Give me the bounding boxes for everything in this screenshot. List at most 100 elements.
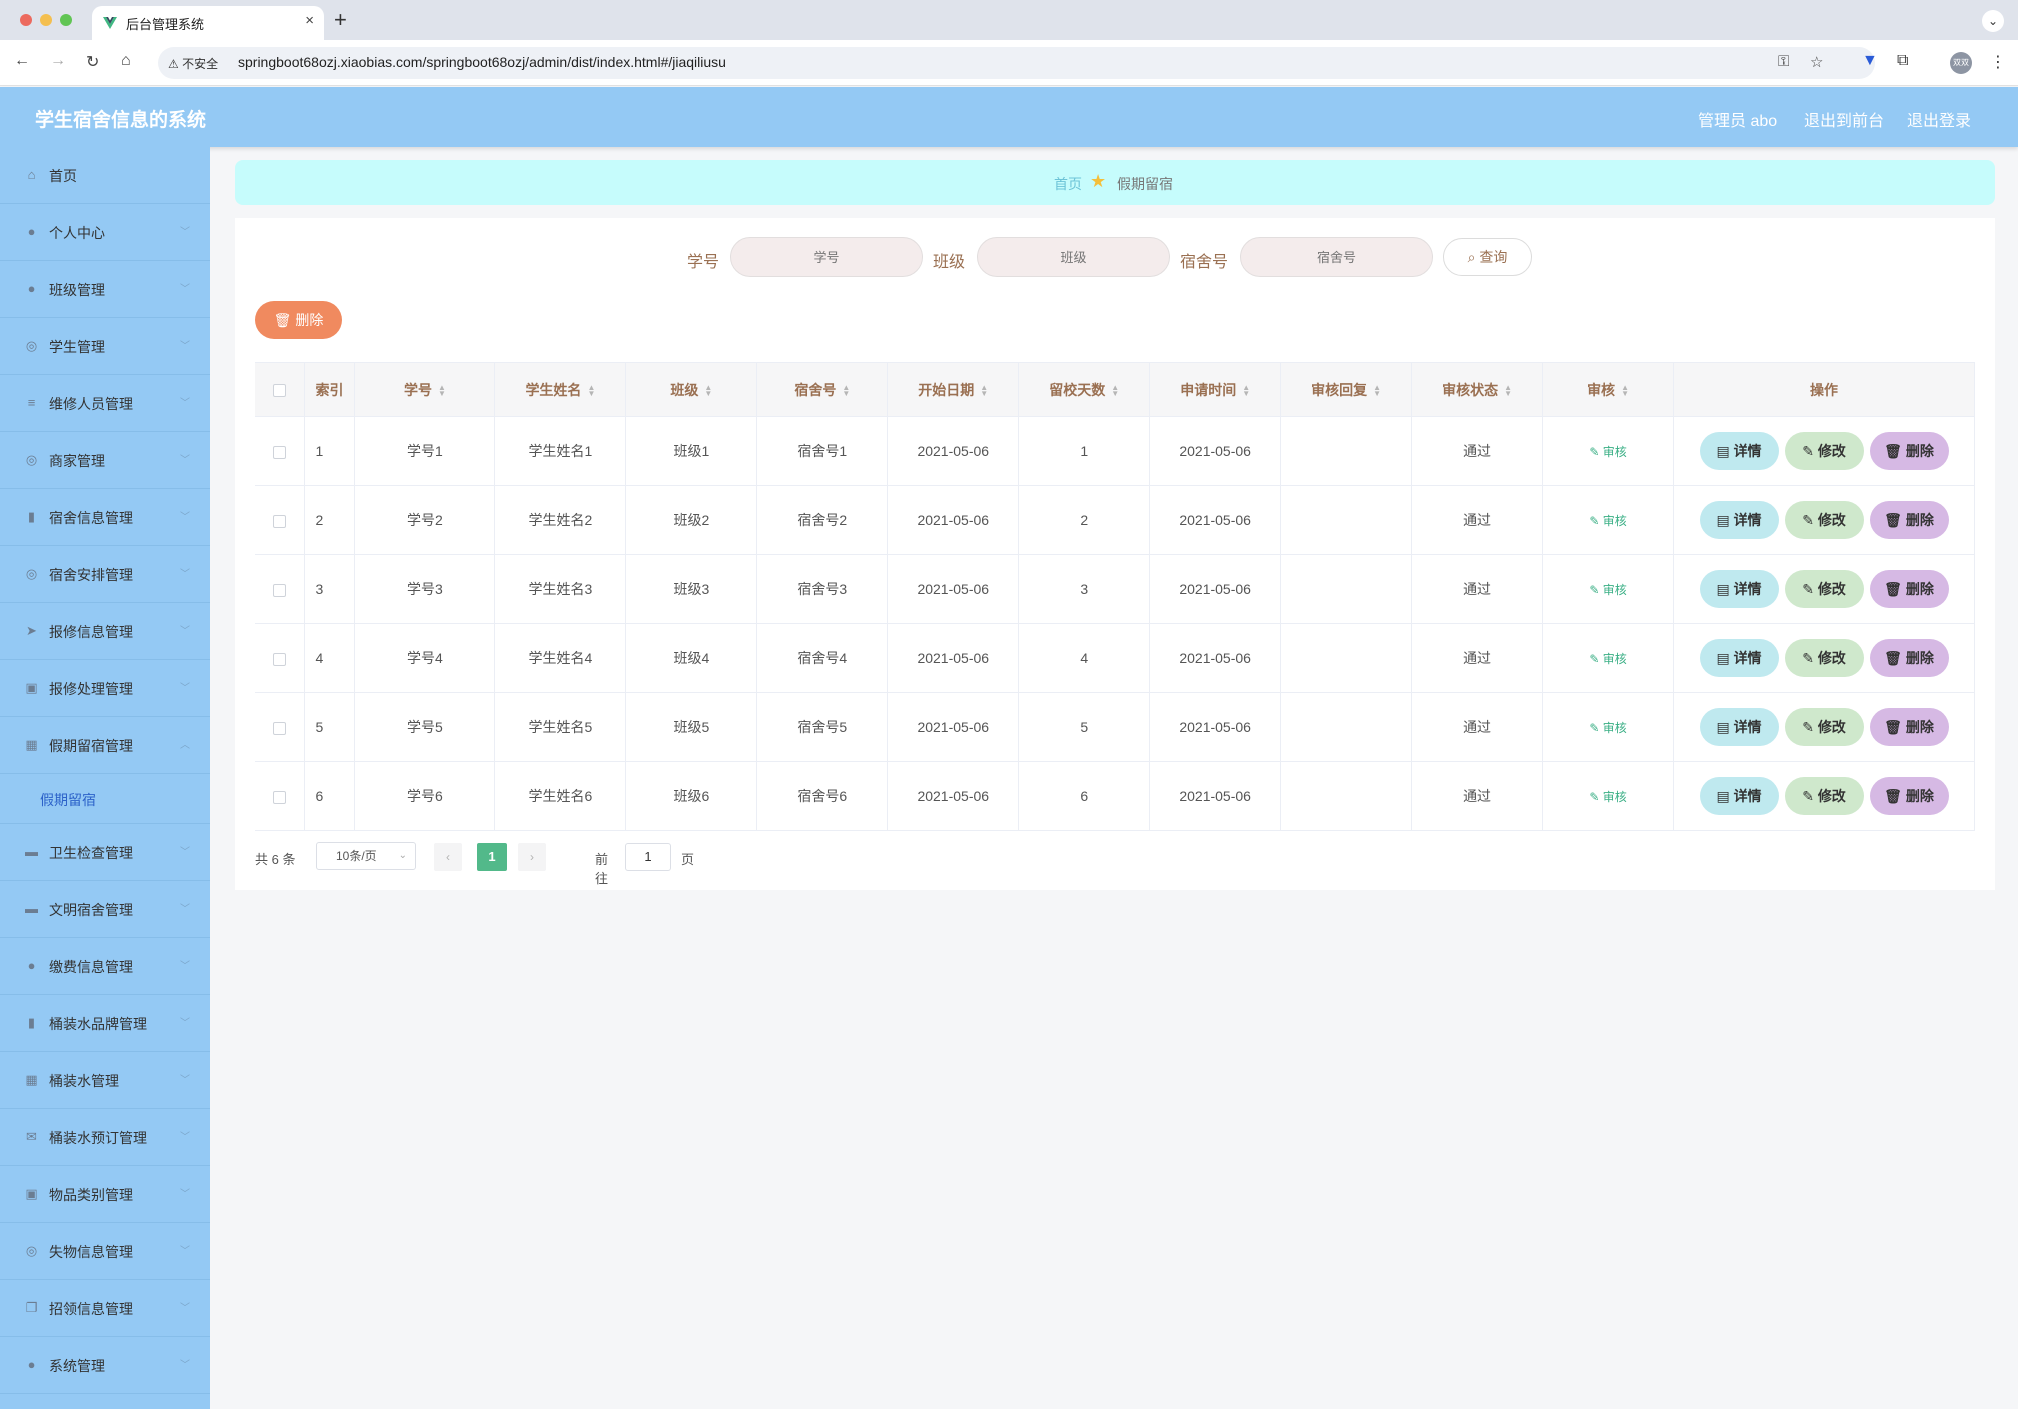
row-checkbox[interactable]	[273, 514, 287, 528]
search-button[interactable]: ⌕ 查询	[1443, 238, 1532, 276]
col-start-date[interactable]: 开始日期 ▲ ▼	[887, 362, 1020, 417]
detail-button[interactable]: ▤ 详情	[1699, 777, 1779, 815]
row-checkbox-cell[interactable]	[255, 485, 306, 555]
search-student-id-input[interactable]	[730, 237, 923, 277]
tab-close-icon[interactable]: ×	[305, 12, 314, 29]
sidebar-item[interactable]: ● 系统管理 ﹀	[0, 1337, 210, 1394]
logout-link[interactable]: 退出登录	[1907, 107, 1971, 131]
window-zoom-dot[interactable]	[60, 14, 72, 26]
new-tab-icon[interactable]: +	[334, 7, 347, 33]
page-number-1[interactable]: 1	[477, 843, 507, 871]
row-checkbox[interactable]	[273, 790, 287, 804]
detail-button[interactable]: ▤ 详情	[1699, 501, 1779, 539]
detail-button[interactable]: ▤ 详情	[1699, 432, 1779, 470]
row-checkbox[interactable]	[273, 721, 287, 735]
col-status[interactable]: 审核状态 ▲ ▼	[1411, 362, 1544, 417]
row-checkbox-cell[interactable]	[255, 692, 306, 762]
col-reply[interactable]: 审核回复 ▲ ▼	[1280, 362, 1413, 417]
home-icon[interactable]: ⌂	[121, 52, 131, 70]
row-checkbox-cell[interactable]	[255, 623, 306, 693]
col-days[interactable]: 留校天数 ▲ ▼	[1018, 362, 1151, 417]
forward-arrow-icon[interactable]: →	[50, 52, 66, 70]
sidebar-item[interactable]: ◎ 商家管理 ﹀	[0, 432, 210, 489]
batch-delete-button[interactable]: 🗑 删除	[255, 301, 342, 339]
sidebar-item[interactable]: ◎ 宿舍安排管理 ﹀	[0, 546, 210, 603]
sort-icon[interactable]: ▲ ▼	[1504, 383, 1512, 397]
sidebar-item[interactable]: ▬ 卫生检查管理 ﹀	[0, 824, 210, 881]
delete-button[interactable]: 🗑 删除	[1869, 501, 1949, 539]
audit-link[interactable]: ✎ 审核	[1589, 721, 1626, 735]
audit-link[interactable]: ✎ 审核	[1589, 652, 1626, 666]
sort-icon[interactable]: ▲ ▼	[1111, 383, 1119, 397]
extension-v-icon[interactable]: ▼	[1862, 52, 1878, 70]
sort-icon[interactable]: ▲ ▼	[1621, 383, 1629, 397]
sort-icon[interactable]: ▲ ▼	[438, 383, 446, 397]
window-minimize-dot[interactable]	[40, 14, 52, 26]
sidebar-item[interactable]: ▦ 假期留宿管理 ︿	[0, 717, 210, 774]
edit-button[interactable]: ✎ 修改	[1784, 639, 1864, 677]
audit-link[interactable]: ✎ 审核	[1589, 445, 1626, 459]
goto-page-input[interactable]: 1	[625, 843, 671, 871]
browser-tab[interactable]: 后台管理系统 ×	[92, 6, 324, 40]
reload-icon[interactable]: ↻	[86, 52, 99, 72]
sidebar-item[interactable]: ◎ 学生管理 ﹀	[0, 318, 210, 375]
row-checkbox-cell[interactable]	[255, 554, 306, 624]
search-room-input[interactable]	[1240, 237, 1433, 277]
delete-button[interactable]: 🗑 删除	[1869, 639, 1949, 677]
row-checkbox-cell[interactable]	[255, 761, 306, 831]
sort-icon[interactable]: ▲ ▼	[1373, 383, 1381, 397]
sidebar-item[interactable]: ● 个人中心 ﹀	[0, 204, 210, 261]
back-arrow-icon[interactable]: ←	[14, 52, 30, 70]
sort-icon[interactable]: ▲ ▼	[980, 383, 988, 397]
col-name[interactable]: 学生姓名 ▲ ▼	[494, 362, 627, 417]
select-all-checkbox[interactable]	[273, 384, 287, 398]
bookmark-star-icon[interactable]: ☆	[1810, 53, 1823, 71]
window-close-dot[interactable]	[20, 14, 32, 26]
edit-button[interactable]: ✎ 修改	[1784, 708, 1864, 746]
sidebar-item[interactable]: ▬ 文明宿舍管理 ﹀	[0, 881, 210, 938]
sidebar-item[interactable]: ≡ 维修人员管理 ﹀	[0, 375, 210, 432]
col-student-id[interactable]: 学号 ▲ ▼	[354, 362, 496, 417]
edit-button[interactable]: ✎ 修改	[1784, 501, 1864, 539]
page-size-select[interactable]: 10条/页 ⌄	[316, 842, 416, 870]
detail-button[interactable]: ▤ 详情	[1699, 570, 1779, 608]
extensions-puzzle-icon[interactable]: ⧉	[1897, 52, 1908, 70]
delete-button[interactable]: 🗑 删除	[1869, 708, 1949, 746]
sidebar-item[interactable]: ▣ 报修处理管理 ﹀	[0, 660, 210, 717]
sort-icon[interactable]: ▲ ▼	[1242, 383, 1250, 397]
edit-button[interactable]: ✎ 修改	[1784, 570, 1864, 608]
row-checkbox[interactable]	[273, 445, 287, 459]
edit-button[interactable]: ✎ 修改	[1784, 777, 1864, 815]
audit-link[interactable]: ✎ 审核	[1589, 514, 1626, 528]
col-apply-time[interactable]: 申请时间 ▲ ▼	[1149, 362, 1282, 417]
breadcrumb-home-link[interactable]: 首页	[1054, 174, 1082, 194]
address-bar[interactable]: ⚠ 不安全 springboot68ozj.xiaobias.com/sprin…	[158, 47, 1875, 79]
detail-button[interactable]: ▤ 详情	[1699, 708, 1779, 746]
sidebar-item[interactable]: ⌂ 首页	[0, 147, 210, 204]
profile-avatar[interactable]: 双双	[1950, 52, 1972, 74]
delete-button[interactable]: 🗑 删除	[1869, 432, 1949, 470]
sidebar-item[interactable]: ❐ 招领信息管理 ﹀	[0, 1280, 210, 1337]
sidebar-item[interactable]: ✉ 桶装水预订管理 ﹀	[0, 1109, 210, 1166]
next-page-button[interactable]: ›	[518, 843, 546, 871]
tab-list-chevron-icon[interactable]: ⌄	[1982, 10, 2004, 32]
sidebar-item[interactable]: ▮ 宿舍信息管理 ﹀	[0, 489, 210, 546]
row-checkbox-cell[interactable]	[255, 416, 306, 486]
sort-icon[interactable]: ▲ ▼	[587, 383, 595, 397]
search-class-input[interactable]	[977, 237, 1170, 277]
sidebar-item[interactable]: ● 缴费信息管理 ﹀	[0, 938, 210, 995]
col-audit[interactable]: 审核 ▲ ▼	[1542, 362, 1674, 417]
select-all-checkbox-cell[interactable]	[255, 362, 306, 417]
sidebar-item[interactable]: ◎ 失物信息管理 ﹀	[0, 1223, 210, 1280]
sidebar-item[interactable]: ▣ 物品类别管理 ﹀	[0, 1166, 210, 1223]
insecure-badge[interactable]: ⚠ 不安全	[168, 55, 218, 72]
prev-page-button[interactable]: ‹	[434, 843, 462, 871]
password-key-icon[interactable]: ⚿	[1778, 53, 1789, 70]
sidebar-subitem-holiday-stay[interactable]: 假期留宿	[0, 774, 210, 824]
browser-menu-icon[interactable]: ⋮	[1990, 52, 2006, 72]
detail-button[interactable]: ▤ 详情	[1699, 639, 1779, 677]
audit-link[interactable]: ✎ 审核	[1589, 790, 1626, 804]
row-checkbox[interactable]	[273, 583, 287, 597]
sidebar-item[interactable]: ➤ 报修信息管理 ﹀	[0, 603, 210, 660]
sort-icon[interactable]: ▲ ▼	[842, 383, 850, 397]
